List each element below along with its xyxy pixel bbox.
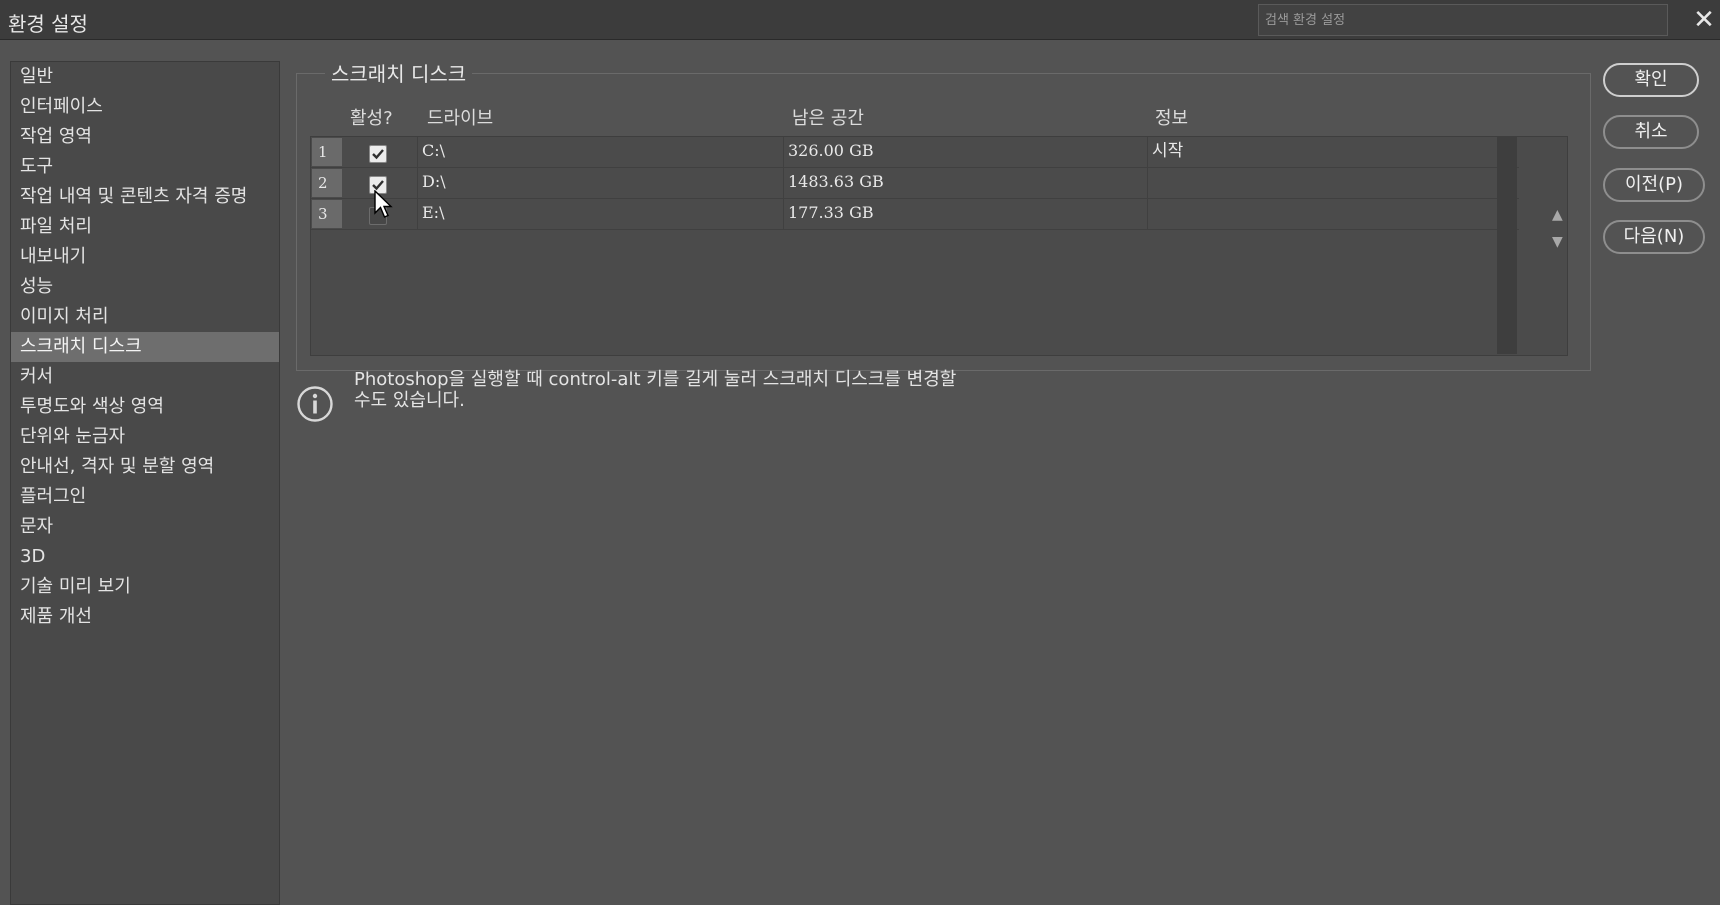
info-cell: 시작 (1147, 137, 1519, 167)
checkmark-icon (372, 149, 384, 160)
sidebar-item-tools[interactable]: 도구 (11, 152, 279, 182)
sidebar-item-file-handling[interactable]: 파일 처리 (11, 212, 279, 242)
sidebar-item-units-rulers[interactable]: 단위와 눈금자 (11, 422, 279, 452)
row-number: 2 (312, 169, 342, 197)
hint-line-1: Photoshop을 실행할 때 control-alt 키를 길게 눌러 스크… (354, 369, 957, 390)
table-row[interactable]: 2 D:\ 1483.63 GB (311, 168, 1519, 199)
active-checkbox[interactable] (369, 145, 387, 163)
window-title: 환경 설정 (8, 12, 88, 36)
group-title: 스크래치 디스크 (325, 58, 473, 87)
column-header-drive: 드라이브 (427, 108, 494, 129)
search-input[interactable] (1258, 4, 1668, 36)
close-icon[interactable]: ✕ (1690, 6, 1718, 34)
column-header-active: 활성? (350, 108, 393, 129)
row-number: 1 (312, 138, 342, 166)
sidebar-item-workspace[interactable]: 작업 영역 (11, 122, 279, 152)
move-down-icon[interactable]: ▼ (1552, 234, 1563, 250)
mouse-pointer-icon (374, 190, 393, 218)
table-row[interactable]: 1 C:\ 326.00 GB 시작 (311, 137, 1519, 168)
drive-cell: E:\ (417, 199, 783, 229)
sidebar-item-interface[interactable]: 인터페이스 (11, 92, 279, 122)
sidebar-item-history[interactable]: 작업 내역 및 콘텐츠 자격 증명 (11, 182, 279, 212)
row-number: 3 (312, 200, 342, 228)
sidebar-item-export[interactable]: 내보내기 (11, 242, 279, 272)
preferences-sidebar: 일반 인터페이스 작업 영역 도구 작업 내역 및 콘텐츠 자격 증명 파일 처… (10, 61, 280, 905)
info-cell (1147, 199, 1519, 229)
sidebar-item-image-processing[interactable]: 이미지 처리 (11, 302, 279, 332)
prev-button[interactable]: 이전(P) (1603, 168, 1705, 202)
sidebar-item-performance[interactable]: 성능 (11, 272, 279, 302)
table-row[interactable]: 3 E:\ 177.33 GB (311, 199, 1519, 230)
scratch-disks-group: 스크래치 디스크 활성? 드라이브 남은 공간 정보 1 C:\ 326.00 … (296, 58, 1591, 371)
sidebar-item-cursors[interactable]: 커서 (11, 362, 279, 392)
sidebar-item-type[interactable]: 문자 (11, 512, 279, 542)
drive-cell: C:\ (417, 137, 783, 167)
free-space-cell: 177.33 GB (783, 199, 1147, 229)
drive-cell: D:\ (417, 168, 783, 198)
info-cell (1147, 168, 1519, 198)
next-button[interactable]: 다음(N) (1603, 220, 1705, 254)
scratch-disk-hint: Photoshop을 실행할 때 control-alt 키를 길게 눌러 스크… (354, 369, 1054, 411)
hint-line-2: 수도 있습니다. (354, 390, 465, 411)
scratch-disk-table: 1 C:\ 326.00 GB 시작 2 D:\ 1483.63 GB 3 E:… (310, 136, 1568, 356)
sidebar-item-plugins[interactable]: 플러그인 (11, 482, 279, 512)
free-space-cell: 326.00 GB (783, 137, 1147, 167)
sidebar-item-guides-grid[interactable]: 안내선, 격자 및 분할 영역 (11, 452, 279, 482)
ok-button[interactable]: 확인 (1603, 63, 1699, 97)
sidebar-item-product-improvement[interactable]: 제품 개선 (11, 602, 279, 632)
cancel-button[interactable]: 취소 (1603, 115, 1699, 149)
sidebar-item-3d[interactable]: 3D (11, 542, 279, 572)
move-up-icon[interactable]: ▲ (1552, 207, 1563, 223)
sidebar-item-transparency[interactable]: 투명도와 색상 영역 (11, 392, 279, 422)
table-scrollbar[interactable] (1497, 136, 1517, 354)
column-header-info: 정보 (1155, 108, 1189, 129)
info-icon (297, 386, 333, 422)
sidebar-item-tech-previews[interactable]: 기술 미리 보기 (11, 572, 279, 602)
free-space-cell: 1483.63 GB (783, 168, 1147, 198)
sidebar-item-scratch-disks[interactable]: 스크래치 디스크 (11, 332, 279, 362)
title-bar: 환경 설정 ✕ (0, 0, 1720, 40)
sidebar-item-general[interactable]: 일반 (11, 62, 279, 92)
column-header-free-space: 남은 공간 (792, 108, 864, 129)
